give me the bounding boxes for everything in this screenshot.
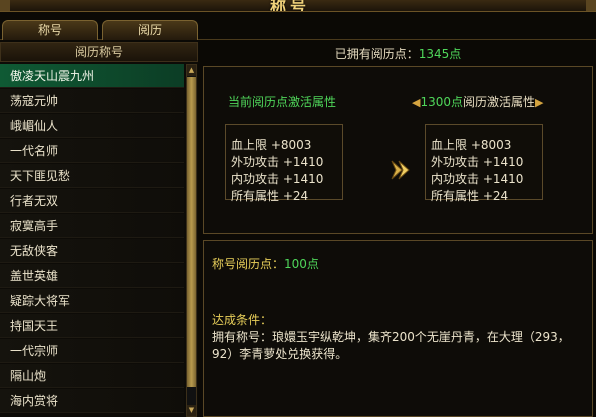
list-item[interactable]: 海内赏将 [0,389,184,413]
owned-points-value: 1345点 [418,47,462,61]
list-item[interactable]: 荡寇元帅 [0,89,184,113]
attributes-panel: 当前阅历点激活属性 ◀1300点阅历激活属性▶ 血上限 +8003 外功攻击 +… [203,66,593,234]
attr-row: 血上限 +8003 [231,138,312,152]
attr-row: 所有属性 +24 [431,189,509,203]
owned-points-label: 已拥有阅历点： [334,47,419,61]
current-attrs-box: 血上限 +8003 外功攻击 +1410 内功攻击 +1410 所有属性 +24 [225,124,343,203]
scroll-thumb[interactable] [187,77,196,387]
title-list: 傲凌天山震九州 荡寇元帅 峨嵋仙人 一代名师 天下匪见愁 行者无双 寂寞高手 无… [0,64,184,414]
condition-text: 拥有称号：琅嬛玉宇纵乾坤，集齐200个无崖丹青，在大理（293，92）李青萝处兑… [212,330,570,361]
double-arrow-icon [391,160,410,180]
list-item[interactable]: 一代名师 [0,139,184,163]
tab-bar: 称号 阅历 [0,20,596,40]
list-item[interactable]: 无敌侠客 [0,239,184,263]
list-item[interactable]: 傲凌天山震九州 [0,64,184,88]
title-detail-panel: 称号阅历点：100点 达成条件： 拥有称号：琅嬛玉宇纵乾坤，集齐200个无崖丹青… [203,240,593,417]
list-item[interactable]: 天下匪见愁 [0,164,184,188]
list-item[interactable]: 隔山炮 [0,364,184,388]
title-points-label: 称号阅历点： [212,257,285,271]
list-item[interactable]: 峨嵋仙人 [0,114,184,138]
list-item[interactable]: 盖世英雄 [0,264,184,288]
list-item[interactable]: 行者无双 [0,189,184,213]
attr-row: 内功攻击 +1410 [431,172,524,186]
current-attrs-title: 当前阅历点激活属性 [228,95,337,109]
title-list-panel: 阅历称号 傲凌天山震九州 荡寇元帅 峨嵋仙人 一代名师 天下匪见愁 行者无双 寂… [0,42,198,417]
next-attrs-label: 阅历激活属性 [463,95,536,109]
next-attrs-title: ◀1300点阅历激活属性▶ [412,93,544,110]
next-attrs-box: 血上限 +8003 外功攻击 +1410 内功攻击 +1410 所有属性 +24 [425,124,543,203]
scroll-down-icon[interactable]: ▼ [187,405,196,416]
scroll-up-icon[interactable]: ▲ [187,65,196,76]
tab-experience[interactable]: 阅历 [102,20,198,40]
title-points: 称号阅历点：100点 [212,255,319,272]
condition-label: 达成条件： [212,313,273,327]
window-title: 称号 [270,0,311,12]
list-item[interactable]: 持国天王 [0,314,184,338]
list-scrollbar[interactable]: ▲ ▼ [186,64,197,417]
title-points-value: 100点 [284,257,319,271]
attr-row: 外功攻击 +1410 [431,155,524,169]
titlebar-corner-right [586,0,596,11]
list-item[interactable]: 一代宗师 [0,339,184,363]
title-list-header: 阅历称号 [0,42,198,62]
window-titlebar: 称号 [0,0,596,12]
list-item[interactable]: 寂寞高手 [0,214,184,238]
attr-row: 血上限 +8003 [431,138,512,152]
next-points: 1300点 [420,95,464,109]
attr-row: 所有属性 +24 [231,189,309,203]
next-arrow-icon[interactable]: ▶ [535,96,543,109]
tab-title[interactable]: 称号 [2,20,98,40]
list-item[interactable]: 疑踪大将军 [0,289,184,313]
attr-row: 外功攻击 +1410 [231,155,324,169]
attr-row: 内功攻击 +1410 [231,172,324,186]
owned-points: 已拥有阅历点：1345点 [200,44,596,64]
titlebar-corner-left [0,0,10,11]
